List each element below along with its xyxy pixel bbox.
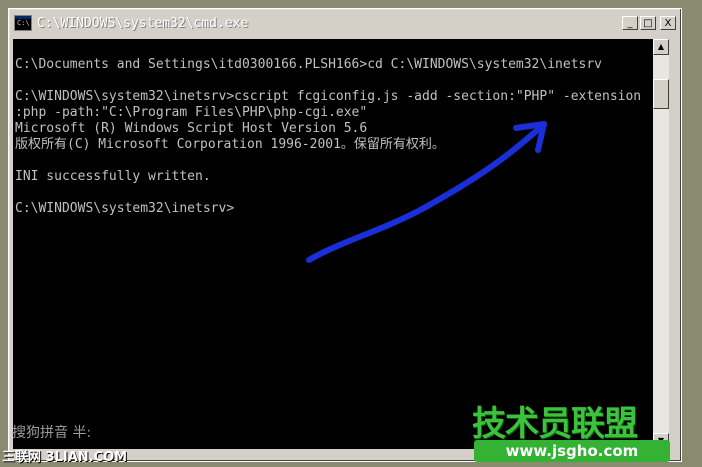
- minimize-button[interactable]: _: [622, 16, 638, 30]
- close-button[interactable]: X: [660, 16, 676, 30]
- scroll-thumb[interactable]: [653, 79, 669, 109]
- maximize-button[interactable]: □: [640, 16, 656, 30]
- console-icon[interactable]: C:\: [14, 15, 32, 31]
- watermark-jsgho-url: www.jsgho.com: [474, 440, 670, 462]
- vertical-scrollbar[interactable]: ▲ ▼: [653, 39, 669, 449]
- annotation-arrow-icon: [306, 121, 547, 263]
- ime-status: 搜狗拼音 半:: [12, 425, 92, 441]
- window-title: C:\WINDOWS\system32\cmd.exe: [37, 15, 249, 31]
- watermark-3lian: 三联网 3LIAN.COM: [2, 450, 128, 465]
- watermark-jsgho-title: 技术员联盟: [472, 404, 638, 444]
- scroll-up-button[interactable]: ▲: [653, 39, 669, 55]
